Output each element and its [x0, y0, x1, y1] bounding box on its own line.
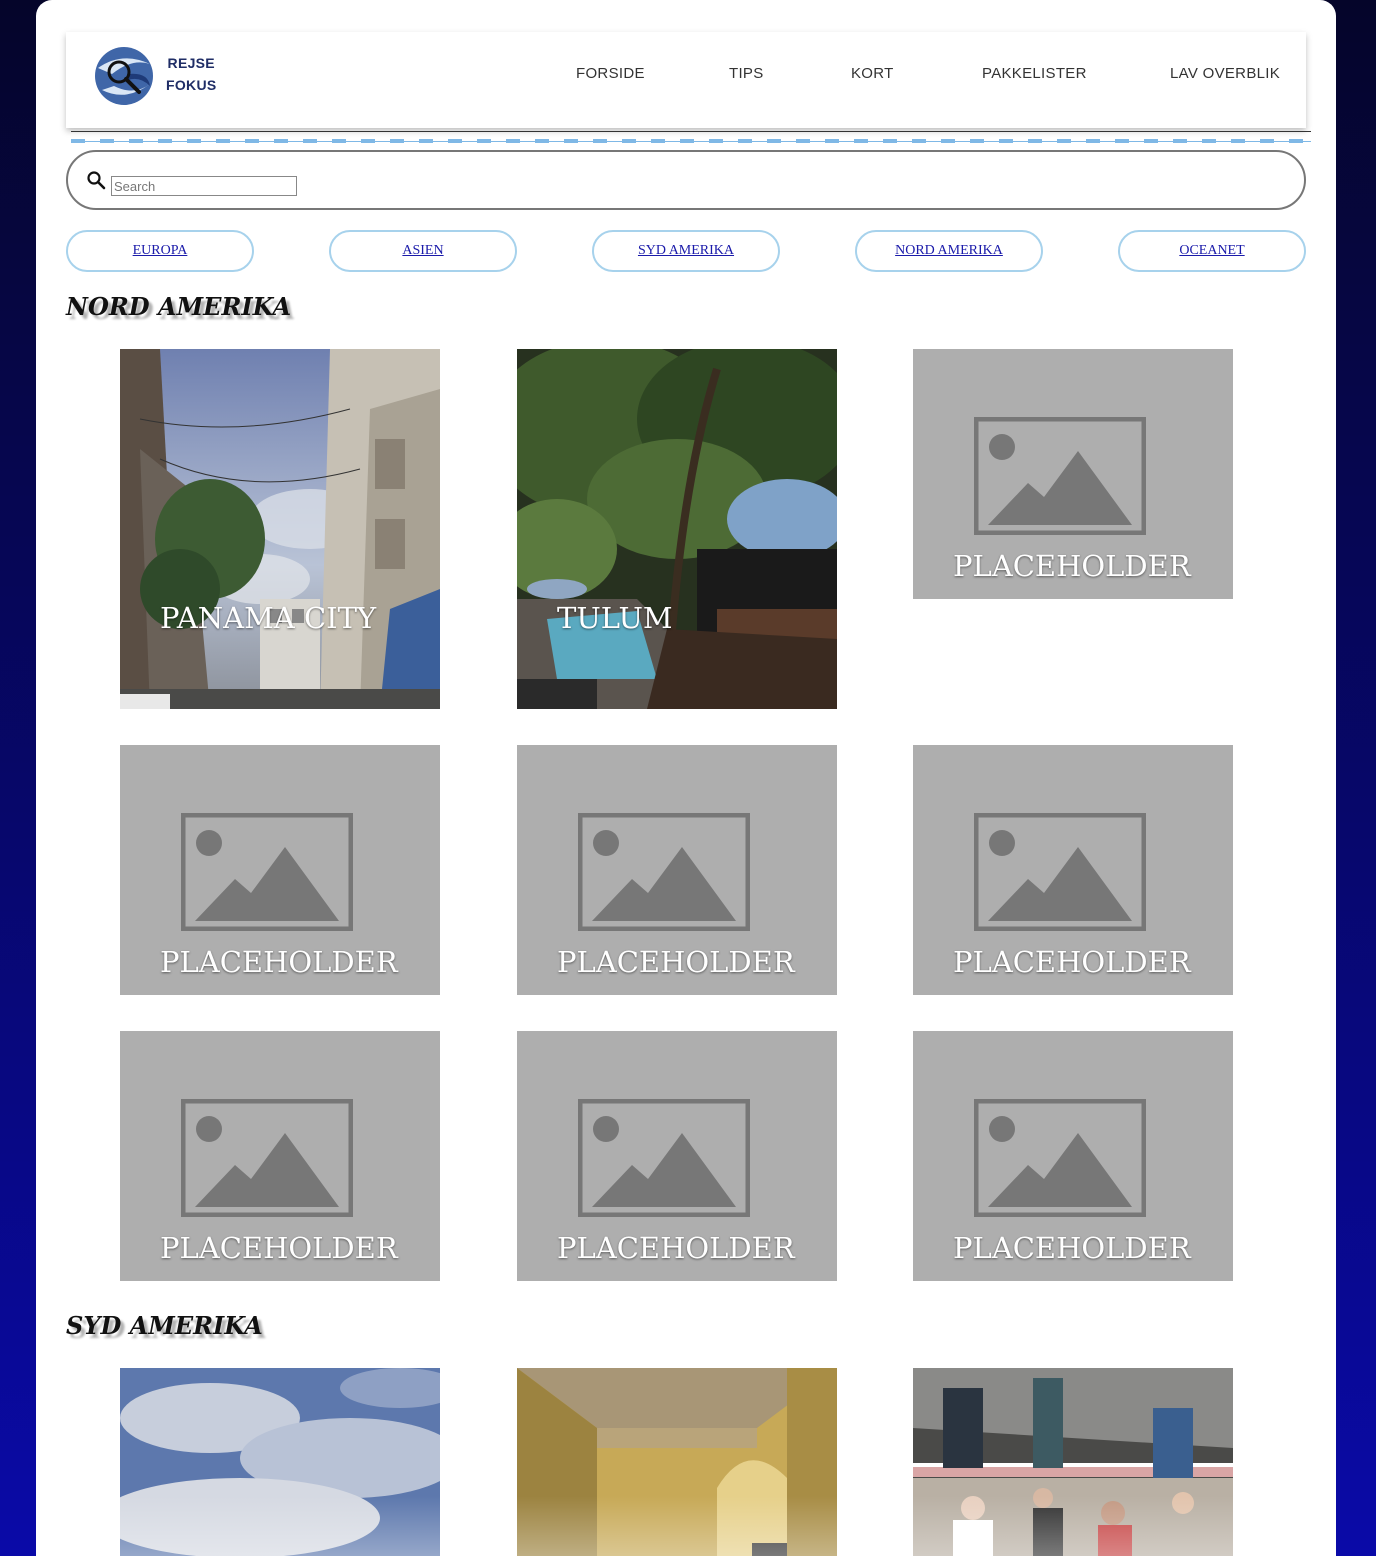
nav-kort[interactable]: KORT	[851, 65, 894, 82]
card-label: PLACEHOLDER	[557, 945, 795, 979]
sky-photo	[120, 1368, 440, 1556]
region-asien[interactable]: ASIEN	[329, 230, 517, 272]
nav-forside[interactable]: FORSIDE	[576, 65, 645, 82]
nav-lav-overblik[interactable]: LAV OVERBLIK	[1170, 65, 1280, 82]
section-title-nord-amerika: NORD AMERIKA	[66, 292, 292, 321]
search-bar	[66, 150, 1306, 210]
destination-card-market-photo[interactable]	[913, 1368, 1233, 1556]
destination-card-placeholder[interactable]: PLACEHOLDER	[913, 745, 1233, 995]
header-divider	[71, 131, 1311, 132]
brand-line-2: FOKUS	[166, 77, 217, 93]
nav-tips[interactable]: TIPS	[729, 65, 764, 82]
image-placeholder-icon	[578, 1099, 750, 1217]
card-label: TULUM	[557, 601, 673, 635]
brand-name[interactable]: REJSE FOKUS	[166, 52, 217, 96]
destination-card-placeholder[interactable]: PLACEHOLDER	[517, 745, 837, 995]
destination-card-placeholder[interactable]: PLACEHOLDER	[913, 349, 1233, 599]
image-placeholder-icon	[181, 1099, 353, 1217]
card-label: PANAMA CITY	[160, 601, 377, 635]
destination-card-placeholder[interactable]: PLACEHOLDER	[120, 745, 440, 995]
destination-card-placeholder[interactable]: PLACEHOLDER	[120, 1031, 440, 1281]
site-header: REJSE FOKUS FORSIDE TIPS KORT PAKKELISTE…	[66, 32, 1306, 128]
destination-card-sky-photo[interactable]	[120, 1368, 440, 1556]
destination-card-panama-city[interactable]: PANAMA CITY	[120, 349, 440, 709]
page-container: REJSE FOKUS FORSIDE TIPS KORT PAKKELISTE…	[36, 0, 1336, 1556]
dashed-divider	[71, 139, 1311, 143]
card-label: PLACEHOLDER	[953, 1231, 1191, 1265]
card-label: PLACEHOLDER	[953, 549, 1191, 583]
section-title-syd-amerika: SYD AMERIKA	[66, 1311, 263, 1340]
search-input[interactable]	[111, 176, 297, 196]
region-syd-amerika[interactable]: SYD AMERIKA	[592, 230, 780, 272]
region-nord-amerika[interactable]: NORD AMERIKA	[855, 230, 1043, 272]
region-europa[interactable]: EUROPA	[66, 230, 254, 272]
region-oceanet[interactable]: OCEANET	[1118, 230, 1306, 272]
card-label: PLACEHOLDER	[160, 1231, 398, 1265]
image-placeholder-icon	[974, 813, 1146, 931]
card-label: PLACEHOLDER	[953, 945, 1191, 979]
card-label: PLACEHOLDER	[557, 1231, 795, 1265]
image-placeholder-icon	[181, 813, 353, 931]
nav-pakkelister[interactable]: PAKKELISTER	[982, 65, 1087, 82]
panama-city-photo	[120, 349, 440, 709]
destination-card-tulum[interactable]: TULUM	[517, 349, 837, 709]
market-photo	[913, 1368, 1233, 1556]
card-label: PLACEHOLDER	[160, 945, 398, 979]
destination-card-placeholder[interactable]: PLACEHOLDER	[913, 1031, 1233, 1281]
logo-icon[interactable]	[92, 46, 156, 106]
search-icon	[87, 171, 106, 190]
destination-card-arcade-photo[interactable]	[517, 1368, 837, 1556]
image-placeholder-icon	[974, 417, 1146, 535]
image-placeholder-icon	[578, 813, 750, 931]
arcade-photo	[517, 1368, 837, 1556]
destination-card-placeholder[interactable]: PLACEHOLDER	[517, 1031, 837, 1281]
image-placeholder-icon	[974, 1099, 1146, 1217]
tulum-photo	[517, 349, 837, 709]
brand-line-1: REJSE	[167, 55, 215, 71]
